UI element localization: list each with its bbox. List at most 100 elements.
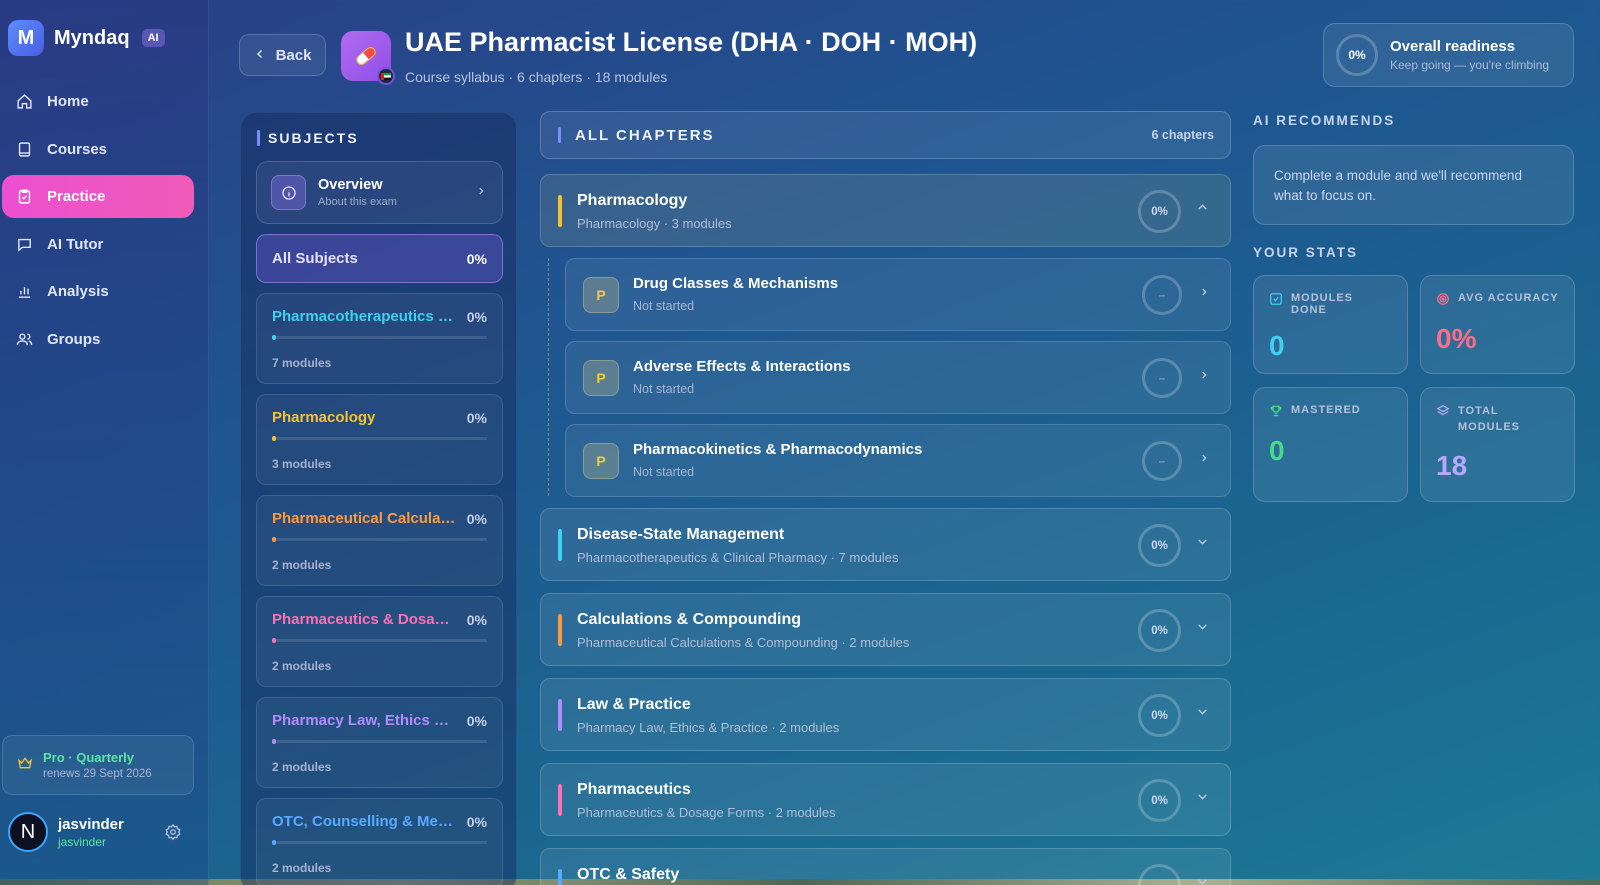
nav-item-analysis[interactable]: Analysis [2,270,194,313]
subject-pct: 0% [466,308,487,325]
stat-value: 0% [1436,323,1477,354]
chapter-accent [558,869,562,885]
nav-label: Courses [47,140,108,158]
accent-bar [257,130,260,146]
module-badge: P [583,443,619,479]
readiness-subtitle: Keep going — you're climbing [1390,58,1550,72]
subject-pct: 0% [466,813,487,830]
subject-card[interactable]: Pharmaceutics & Dosage Forms 0% 2 modules [256,596,503,687]
chapter-subtitle: Pharmacy Law, Ethics & Practice · 2 modu… [577,720,840,735]
nav-item-groups[interactable]: Groups [2,318,194,361]
chapter-card[interactable]: OTC & Safety [540,848,1231,885]
chapter-accent [558,195,562,227]
subject-modules: 2 modules [272,861,332,875]
readiness-ring: 0% [1336,34,1378,76]
subject-modules: 2 modules [272,659,332,673]
subject-progress-fill [272,335,276,340]
chevron-right-icon [1199,451,1209,467]
chevron-down-icon[interactable] [1196,535,1209,552]
stat-value: 18 [1436,449,1468,481]
subjects-header: SUBJECTS [257,130,359,146]
module-status: Not started [633,299,695,313]
subject-modules: 2 modules [272,760,332,774]
plan-card[interactable]: Pro · Quarterly renews 29 Sept 2026 [2,735,194,795]
ai-recommends-title: AI RECOMMENDS [1253,113,1396,128]
nav-item-courses[interactable]: Courses [2,128,194,171]
stat-total-modules: TOTAL MODULES 18 [1420,387,1575,502]
chapter-card[interactable]: Pharmacology Pharmacology · 3 modules 0% [540,174,1231,247]
target-icon [1436,292,1450,309]
chapter-subtitle: Pharmaceutical Calculations & Compoundin… [577,635,910,650]
subject-card[interactable]: Pharmacotherapeutics & Clinical Pharmacy… [256,293,503,384]
subject-name: Pharmaceutical Calculations & Compoundin… [272,510,458,527]
chevron-right-icon [1199,368,1209,384]
ai-badge: AI [141,29,165,47]
subject-modules: 2 modules [272,558,332,572]
subject-card[interactable]: Pharmaceutical Calculations & Compoundin… [256,495,503,586]
info-icon [271,175,306,210]
gear-icon[interactable] [164,823,182,841]
subject-progress-fill [272,638,276,643]
subject-card[interactable]: Pharmacology 0% 3 modules [256,394,503,485]
subject-progress-bar [272,638,487,643]
check-square-icon [1269,292,1283,309]
module-title: Adverse Effects & Interactions [633,358,851,375]
chevron-down-icon[interactable] [1196,790,1209,807]
nav-label: Analysis [47,283,109,300]
module-status: Not started [633,465,695,479]
module-card[interactable]: P Adverse Effects & Interactions Not start… [565,341,1231,414]
chevron-down-icon[interactable] [1196,620,1209,637]
module-progress-ring: – [1142,275,1182,315]
chapter-accent [558,699,562,731]
module-badge: P [583,277,619,313]
chapter-title: OTC & Safety [577,866,680,883]
module-card[interactable]: P Drug Classes & Mechanisms Not started – [565,258,1231,331]
flag-icon [377,67,395,85]
subject-progress-fill [272,840,276,845]
module-connector [548,258,549,496]
chapter-title: Disease-State Management [577,526,785,543]
stat-mastered: MASTERED 0 [1253,387,1408,502]
chapters-title: ALL CHAPTERS [575,126,715,144]
subject-card[interactable]: Pharmacy Law, Ethics & Practice 0% 2 modul… [256,697,503,788]
stat-modules-done: MODULES DONE 0 [1253,275,1408,374]
nav-item-ai-tutor[interactable]: AI Tutor [2,223,194,266]
brand[interactable]: M Myndaq AI [8,20,165,56]
subject-pct: 0% [466,712,487,729]
nav-item-home[interactable]: Home [2,80,194,123]
stat-label: MODULES DONE [1291,292,1353,316]
module-progress-ring: – [1142,358,1182,398]
subject-card[interactable]: OTC, Counselling & Medication Safety 0% 2 … [256,798,503,885]
stats-title: YOUR STATS [1253,245,1359,260]
all-subjects-label: All Subjects [272,250,358,267]
chapter-card[interactable]: Disease-State Management Pharmacotherapeu… [540,508,1231,581]
home-icon [15,93,33,111]
module-card[interactable]: P Pharmacokinetics & Pharmacodynamics Not … [565,424,1231,497]
overview-item[interactable]: Overview About this exam [256,161,503,224]
stat-label: MASTERED [1291,404,1361,416]
module-progress-ring: – [1142,441,1182,481]
chevron-up-icon[interactable] [1196,201,1209,218]
back-button[interactable]: Back [239,34,326,76]
stat-value: 0 [1269,435,1285,466]
chapter-card[interactable]: Calculations & Compounding Pharmaceutical… [540,593,1231,666]
chat-icon [15,235,33,253]
crown-icon [17,755,33,776]
bar-chart-icon [15,283,33,301]
subjects-title: SUBJECTS [268,130,359,146]
subject-progress-bar [272,840,487,845]
chevron-down-icon[interactable] [1196,705,1209,722]
accent-bar [558,127,561,143]
chapter-card[interactable]: Pharmaceutics Pharmaceutics & Dosage Form… [540,763,1231,836]
chapter-card[interactable]: Law & Practice Pharmacy Law, Ethics & Pra… [540,678,1231,751]
chapter-progress-ring: 0% [1138,524,1181,567]
chevron-down-icon[interactable] [1196,875,1209,885]
overview-title: Overview [318,177,383,193]
chapters-header: ALL CHAPTERS 6 chapters [540,111,1231,159]
user-profile[interactable]: N jasvinder jasvinder [8,812,188,852]
nav-label: Groups [47,330,101,348]
subject-progress-bar [272,335,487,340]
subject-progress-bar [272,537,487,542]
all-subjects-filter[interactable]: All Subjects 0% [256,234,503,283]
nav-item-practice[interactable]: Practice [2,175,194,218]
